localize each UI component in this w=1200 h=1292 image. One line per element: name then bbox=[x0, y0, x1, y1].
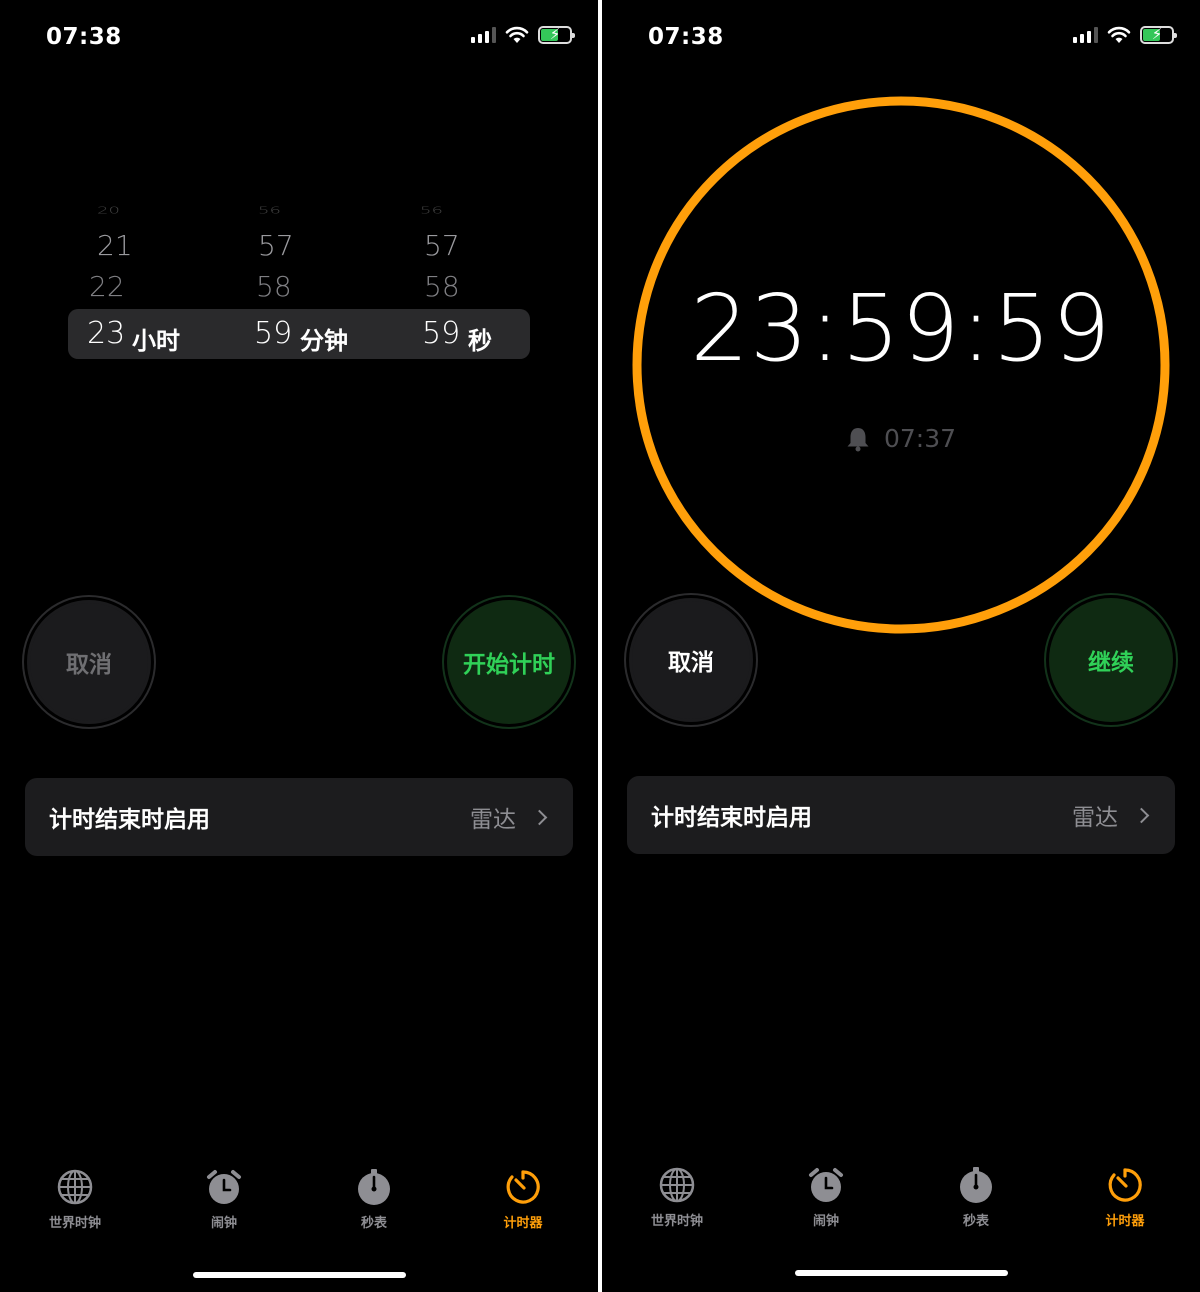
wifi-icon bbox=[505, 26, 529, 43]
battery-charging-icon: ⚡ bbox=[1140, 25, 1177, 44]
when-timer-ends-label: 计时结束时启用 bbox=[49, 807, 210, 833]
tab-world-clock[interactable]: 世界时钟 bbox=[617, 1166, 737, 1229]
end-time-indicator: 07:37 bbox=[602, 424, 1200, 453]
tab-world-clock[interactable]: 世界时钟 bbox=[15, 1168, 135, 1231]
seconds-unit: 秒 bbox=[468, 327, 492, 355]
cellular-signal-icon bbox=[471, 27, 496, 43]
end-time-value: 07:37 bbox=[883, 424, 957, 453]
tab-label: 秒表 bbox=[360, 1216, 387, 1231]
cellular-signal-icon bbox=[1073, 27, 1098, 43]
minutes-unit: 分钟 bbox=[300, 327, 348, 355]
stopwatch-icon bbox=[358, 1169, 390, 1205]
hours-selected: 23 bbox=[87, 316, 126, 351]
wifi-icon bbox=[1107, 26, 1131, 43]
when-timer-ends-label: 计时结束时启用 bbox=[651, 805, 812, 831]
tab-stopwatch[interactable]: 秒表 bbox=[314, 1168, 434, 1231]
minutes-selected: 59 bbox=[254, 316, 293, 351]
when-timer-ends-row[interactable]: 计时结束时启用 雷达 bbox=[25, 778, 573, 856]
hours-above-2: 21 bbox=[97, 229, 133, 262]
minutes-faded: 56 bbox=[258, 204, 281, 217]
ringtone-value: 雷达 bbox=[1072, 805, 1118, 831]
start-button[interactable]: 开始计时 bbox=[447, 600, 571, 724]
stopwatch-icon bbox=[960, 1167, 992, 1203]
resume-button[interactable]: 继续 bbox=[1049, 598, 1173, 722]
chevron-right-icon bbox=[1133, 807, 1150, 823]
status-icons: ⚡ bbox=[1073, 25, 1177, 44]
when-timer-ends-row[interactable]: 计时结束时启用 雷达 bbox=[627, 776, 1175, 854]
hours-unit: 小时 bbox=[132, 327, 180, 355]
tab-timer[interactable]: 计时器 bbox=[1065, 1166, 1185, 1229]
hours-faded: 20 bbox=[97, 204, 120, 217]
seconds-above-2: 57 bbox=[424, 229, 460, 262]
minutes-above-2: 57 bbox=[258, 229, 294, 262]
tab-bar: 世界时钟 闹钟 秒表 计时器 bbox=[0, 1168, 598, 1238]
alarm-clock-icon bbox=[809, 1168, 843, 1202]
seconds-above-1: 58 bbox=[424, 270, 460, 303]
tab-label: 闹钟 bbox=[812, 1214, 839, 1229]
minutes-above-1: 58 bbox=[256, 270, 292, 303]
timer-setup-screen: 07:38 ⚡ 20 21 22 23 小时 56 57 58 59 分钟 56… bbox=[0, 0, 598, 1292]
timer-running-screen: 07:38 ⚡ 23:59:59 07:37 取消 继续 计时结束时启用 雷达 bbox=[602, 0, 1200, 1292]
tab-bar: 世界时钟 闹钟 秒表 计时器 bbox=[602, 1166, 1200, 1236]
tab-label: 计时器 bbox=[503, 1216, 543, 1231]
tab-alarm[interactable]: 闹钟 bbox=[164, 1168, 284, 1231]
tab-timer[interactable]: 计时器 bbox=[463, 1168, 583, 1231]
seconds-selected: 59 bbox=[422, 316, 461, 351]
bell-icon bbox=[847, 427, 869, 451]
alarm-clock-icon bbox=[207, 1170, 241, 1204]
home-indicator[interactable] bbox=[795, 1270, 1008, 1276]
timer-icon bbox=[506, 1170, 540, 1204]
countdown-display: 23:59:59 bbox=[690, 275, 1112, 382]
tab-label: 秒表 bbox=[962, 1214, 989, 1229]
hours-above-1: 22 bbox=[89, 270, 125, 303]
tab-alarm[interactable]: 闹钟 bbox=[766, 1166, 886, 1229]
seconds-faded: 56 bbox=[420, 204, 443, 217]
cancel-button[interactable]: 取消 bbox=[27, 600, 151, 724]
home-indicator[interactable] bbox=[193, 1272, 406, 1278]
cancel-button[interactable]: 取消 bbox=[629, 598, 753, 722]
status-time: 07:38 bbox=[46, 24, 122, 50]
ringtone-value: 雷达 bbox=[470, 807, 516, 833]
globe-icon bbox=[57, 1169, 93, 1205]
chevron-right-icon bbox=[531, 809, 548, 825]
status-icons: ⚡ bbox=[471, 25, 575, 44]
tab-label: 计时器 bbox=[1105, 1214, 1145, 1229]
battery-charging-icon: ⚡ bbox=[538, 25, 575, 44]
tab-label: 世界时钟 bbox=[650, 1214, 703, 1229]
tab-label: 闹钟 bbox=[210, 1216, 237, 1231]
tab-label: 世界时钟 bbox=[48, 1216, 101, 1231]
timer-icon bbox=[1108, 1168, 1142, 1202]
globe-icon bbox=[659, 1167, 695, 1203]
status-time: 07:38 bbox=[648, 24, 724, 50]
tab-stopwatch[interactable]: 秒表 bbox=[916, 1166, 1036, 1229]
